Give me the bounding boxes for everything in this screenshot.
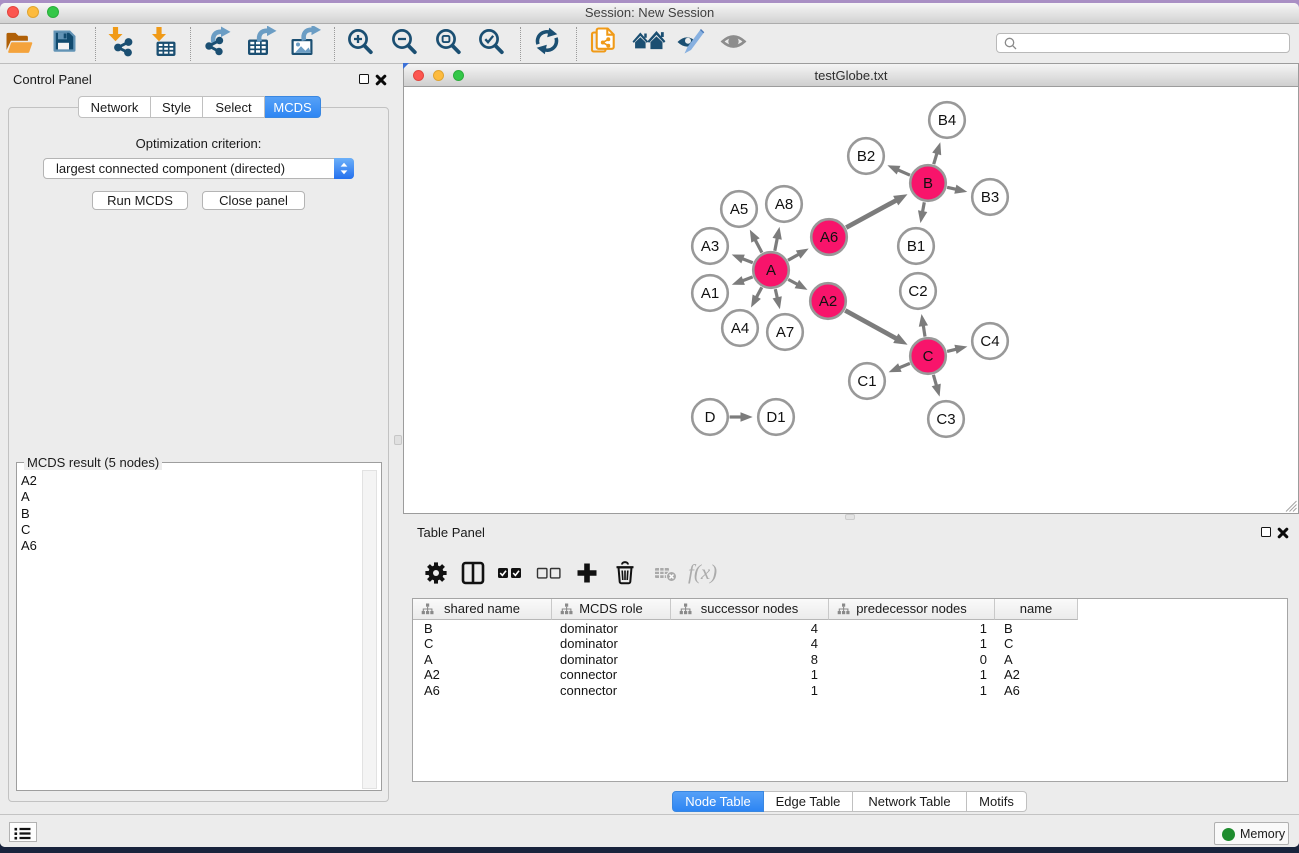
svg-text:A8: A8 xyxy=(775,196,793,213)
svg-text:D1: D1 xyxy=(766,409,785,426)
svg-text:A6: A6 xyxy=(820,229,838,246)
svg-text:B4: B4 xyxy=(938,112,956,129)
svg-text:C3: C3 xyxy=(936,411,955,428)
svg-text:C1: C1 xyxy=(857,373,876,390)
svg-text:A5: A5 xyxy=(730,201,748,218)
svg-text:A1: A1 xyxy=(701,285,719,302)
svg-text:A4: A4 xyxy=(731,320,749,337)
svg-text:A3: A3 xyxy=(701,238,719,255)
svg-text:A: A xyxy=(766,262,776,279)
svg-text:B2: B2 xyxy=(857,148,875,165)
svg-text:C4: C4 xyxy=(980,333,999,350)
svg-text:B3: B3 xyxy=(981,189,999,206)
svg-text:C2: C2 xyxy=(908,283,927,300)
svg-text:B: B xyxy=(923,175,933,192)
svg-text:A7: A7 xyxy=(776,324,794,341)
svg-text:A2: A2 xyxy=(819,293,837,310)
svg-text:D: D xyxy=(705,409,716,426)
svg-text:C: C xyxy=(923,348,934,365)
svg-text:f(x): f(x) xyxy=(688,560,717,584)
svg-text:B1: B1 xyxy=(907,238,925,255)
